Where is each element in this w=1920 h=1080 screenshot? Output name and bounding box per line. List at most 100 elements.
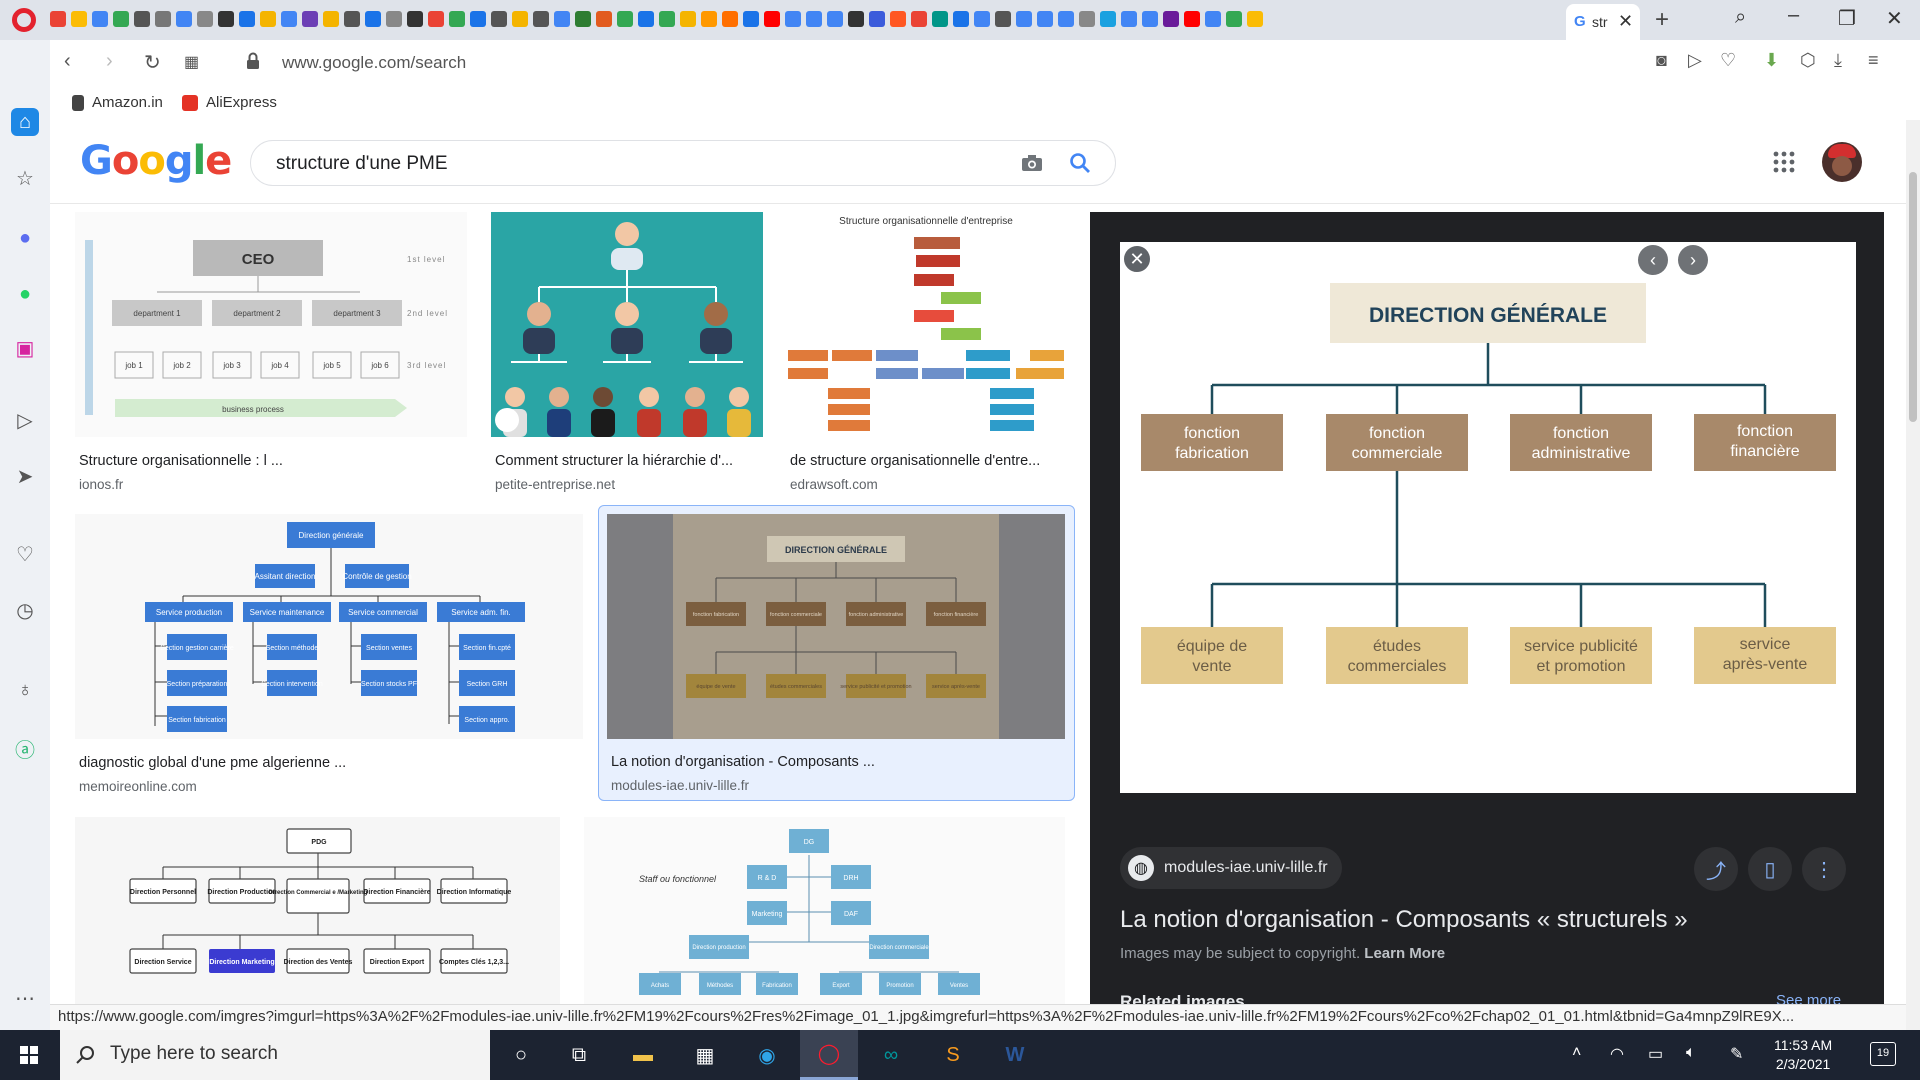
- show-hidden-icons-icon[interactable]: ˄: [1572, 1044, 1581, 1062]
- pinned-tab-favicon[interactable]: [92, 10, 108, 27]
- result-title[interactable]: diagnostic global d'une pme algerienne .…: [79, 755, 346, 771]
- notifications-icon[interactable]: 19: [1870, 1042, 1896, 1066]
- pinned-tab-favicon[interactable]: [386, 10, 402, 27]
- pinned-tab-favicon[interactable]: [239, 10, 255, 27]
- sublime-icon[interactable]: S: [924, 1030, 982, 1080]
- file-explorer-icon[interactable]: ▬: [614, 1030, 672, 1080]
- pinned-tab-favicon[interactable]: [764, 10, 780, 27]
- pinned-tab-favicon[interactable]: [1142, 10, 1158, 27]
- camera-search-icon[interactable]: [1021, 154, 1043, 172]
- pinned-tab-favicon[interactable]: [638, 10, 654, 27]
- minimize-button[interactable]: –: [1788, 4, 1799, 27]
- easy-setup-icon[interactable]: ≡: [1868, 50, 1879, 71]
- edge-icon[interactable]: ◉: [738, 1030, 796, 1080]
- search-box[interactable]: structure d'une PME: [250, 140, 1116, 186]
- learn-more-link[interactable]: Learn More: [1364, 945, 1445, 962]
- pinned-tab-favicon[interactable]: [617, 10, 633, 27]
- result-card-selected[interactable]: DIRECTION GÉNÉRALE fonction fabrication …: [598, 505, 1075, 801]
- pinned-tab-favicon[interactable]: [197, 10, 213, 27]
- pinned-tab-favicon[interactable]: [1184, 10, 1200, 27]
- pinned-tab-favicon[interactable]: [323, 10, 339, 27]
- result-source[interactable]: memoireonline.com: [79, 779, 197, 794]
- result-title[interactable]: de structure organisationnelle d'entre..…: [790, 453, 1040, 469]
- preview-image[interactable]: DIRECTION GÉNÉRALE fonction fabrication …: [1120, 242, 1856, 793]
- result-source[interactable]: petite-entreprise.net: [495, 477, 615, 492]
- send-icon[interactable]: ▷: [1688, 50, 1702, 71]
- pinned-tab-favicon[interactable]: [785, 10, 801, 27]
- battery-icon[interactable]: ▭: [1648, 1044, 1663, 1064]
- pinned-tab-favicon[interactable]: [1100, 10, 1116, 27]
- whatsapp-icon[interactable]: ●: [11, 280, 39, 308]
- downloads-icon[interactable]: ⤓: [1834, 50, 1842, 71]
- result-title[interactable]: La notion d'organisation - Composants ..…: [611, 754, 875, 770]
- lock-icon[interactable]: [246, 52, 260, 70]
- pinned-tab-favicon[interactable]: [1058, 10, 1074, 27]
- search-icon[interactable]: [1069, 152, 1091, 174]
- pinned-tab-favicon[interactable]: [407, 10, 423, 27]
- pinned-tab-favicon[interactable]: [71, 10, 87, 27]
- instagram-icon[interactable]: ▣: [11, 334, 39, 362]
- pinned-tab-favicon[interactable]: [218, 10, 234, 27]
- pinned-tab-favicon[interactable]: [575, 10, 591, 27]
- result-thumbnail[interactable]: DIRECTION GÉNÉRALE fonction fabrication …: [607, 514, 1065, 739]
- pinned-tab-favicon[interactable]: [890, 10, 906, 27]
- reload-icon[interactable]: ↻: [144, 50, 161, 75]
- opera-taskbar-icon[interactable]: ◯: [800, 1030, 858, 1080]
- pinned-tab-favicon[interactable]: [1226, 10, 1242, 27]
- result-card[interactable]: CEO department 1 department 2 department…: [75, 212, 467, 500]
- opera-menu-icon[interactable]: [12, 8, 36, 32]
- more-icon[interactable]: ⋯: [11, 984, 39, 1012]
- pinned-tab-favicon[interactable]: [680, 10, 696, 27]
- pinned-tab-favicon[interactable]: [659, 10, 675, 27]
- google-apps-icon[interactable]: [1772, 150, 1796, 174]
- result-thumbnail[interactable]: DG R & D DRH Marketing DAF Direction pro…: [584, 817, 1065, 1005]
- pinned-tab-favicon[interactable]: [722, 10, 738, 27]
- pinned-tab-favicon[interactable]: [491, 10, 507, 27]
- result-card[interactable]: Comment structurer la hiérarchie d'... p…: [491, 212, 763, 500]
- pinned-tab-favicon[interactable]: [1163, 10, 1179, 27]
- back-icon[interactable]: ‹: [64, 50, 71, 73]
- new-tab-button[interactable]: +: [1655, 6, 1669, 34]
- pinned-tab-favicon[interactable]: [470, 10, 486, 27]
- active-tab[interactable]: G str ✕: [1566, 4, 1640, 40]
- pinned-tab-favicon[interactable]: [1079, 10, 1095, 27]
- save-bookmark-icon[interactable]: ▯: [1748, 847, 1792, 891]
- share-icon[interactable]: ⤴: [1694, 847, 1738, 891]
- result-title[interactable]: Comment structurer la hiérarchie d'...: [495, 453, 733, 469]
- bookmark-amazon[interactable]: Amazon.in: [72, 94, 163, 111]
- pinned-tab-favicon[interactable]: [50, 10, 66, 27]
- restore-button[interactable]: ❐: [1838, 6, 1856, 31]
- pinned-tab-favicon[interactable]: [533, 10, 549, 27]
- volume-icon[interactable]: 🔈︎: [1686, 1044, 1696, 1062]
- pinned-tab-favicon[interactable]: [911, 10, 927, 27]
- result-card[interactable]: DG R & D DRH Marketing DAF Direction pro…: [584, 817, 1065, 1005]
- result-title[interactable]: Structure organisationnelle : l ...: [79, 453, 283, 469]
- google-logo[interactable]: Google: [80, 138, 232, 184]
- search-tabs-icon[interactable]: ⌕: [1735, 6, 1746, 29]
- word-icon[interactable]: W: [986, 1030, 1044, 1080]
- cortana-icon[interactable]: ○: [492, 1030, 550, 1080]
- pinned-tab-favicon[interactable]: [827, 10, 843, 27]
- preview-title[interactable]: La notion d'organisation - Composants « …: [1120, 906, 1688, 934]
- pinned-tab-favicon[interactable]: [512, 10, 528, 27]
- result-card[interactable]: Structure organisationnelle d'entreprise: [786, 212, 1066, 500]
- pinned-tab-favicon[interactable]: [365, 10, 381, 27]
- pinned-tab-favicon[interactable]: [932, 10, 948, 27]
- pinned-tab-favicon[interactable]: [1247, 10, 1263, 27]
- pinned-tab-favicon[interactable]: [428, 10, 444, 27]
- pinned-tab-favicon[interactable]: [344, 10, 360, 27]
- previous-image-icon[interactable]: ‹: [1638, 245, 1668, 275]
- pinned-tab-favicon[interactable]: [281, 10, 297, 27]
- pinned-tab-favicon[interactable]: [176, 10, 192, 27]
- source-site-chip[interactable]: ◍ modules-iae.univ-lille.fr: [1120, 847, 1342, 889]
- history-icon[interactable]: ◷: [11, 596, 39, 624]
- pinned-tab-favicon[interactable]: [1121, 10, 1137, 27]
- player-icon[interactable]: ▷: [11, 406, 39, 434]
- forward-icon[interactable]: ›: [106, 50, 113, 73]
- pinned-tabs[interactable]: [50, 10, 1560, 30]
- pinned-tab-favicon[interactable]: [155, 10, 171, 27]
- app-a-icon[interactable]: ⓐ: [11, 734, 39, 762]
- cube-icon[interactable]: ⬡: [1800, 50, 1816, 71]
- result-thumbnail[interactable]: [491, 212, 763, 437]
- result-thumbnail[interactable]: CEO department 1 department 2 department…: [75, 212, 467, 437]
